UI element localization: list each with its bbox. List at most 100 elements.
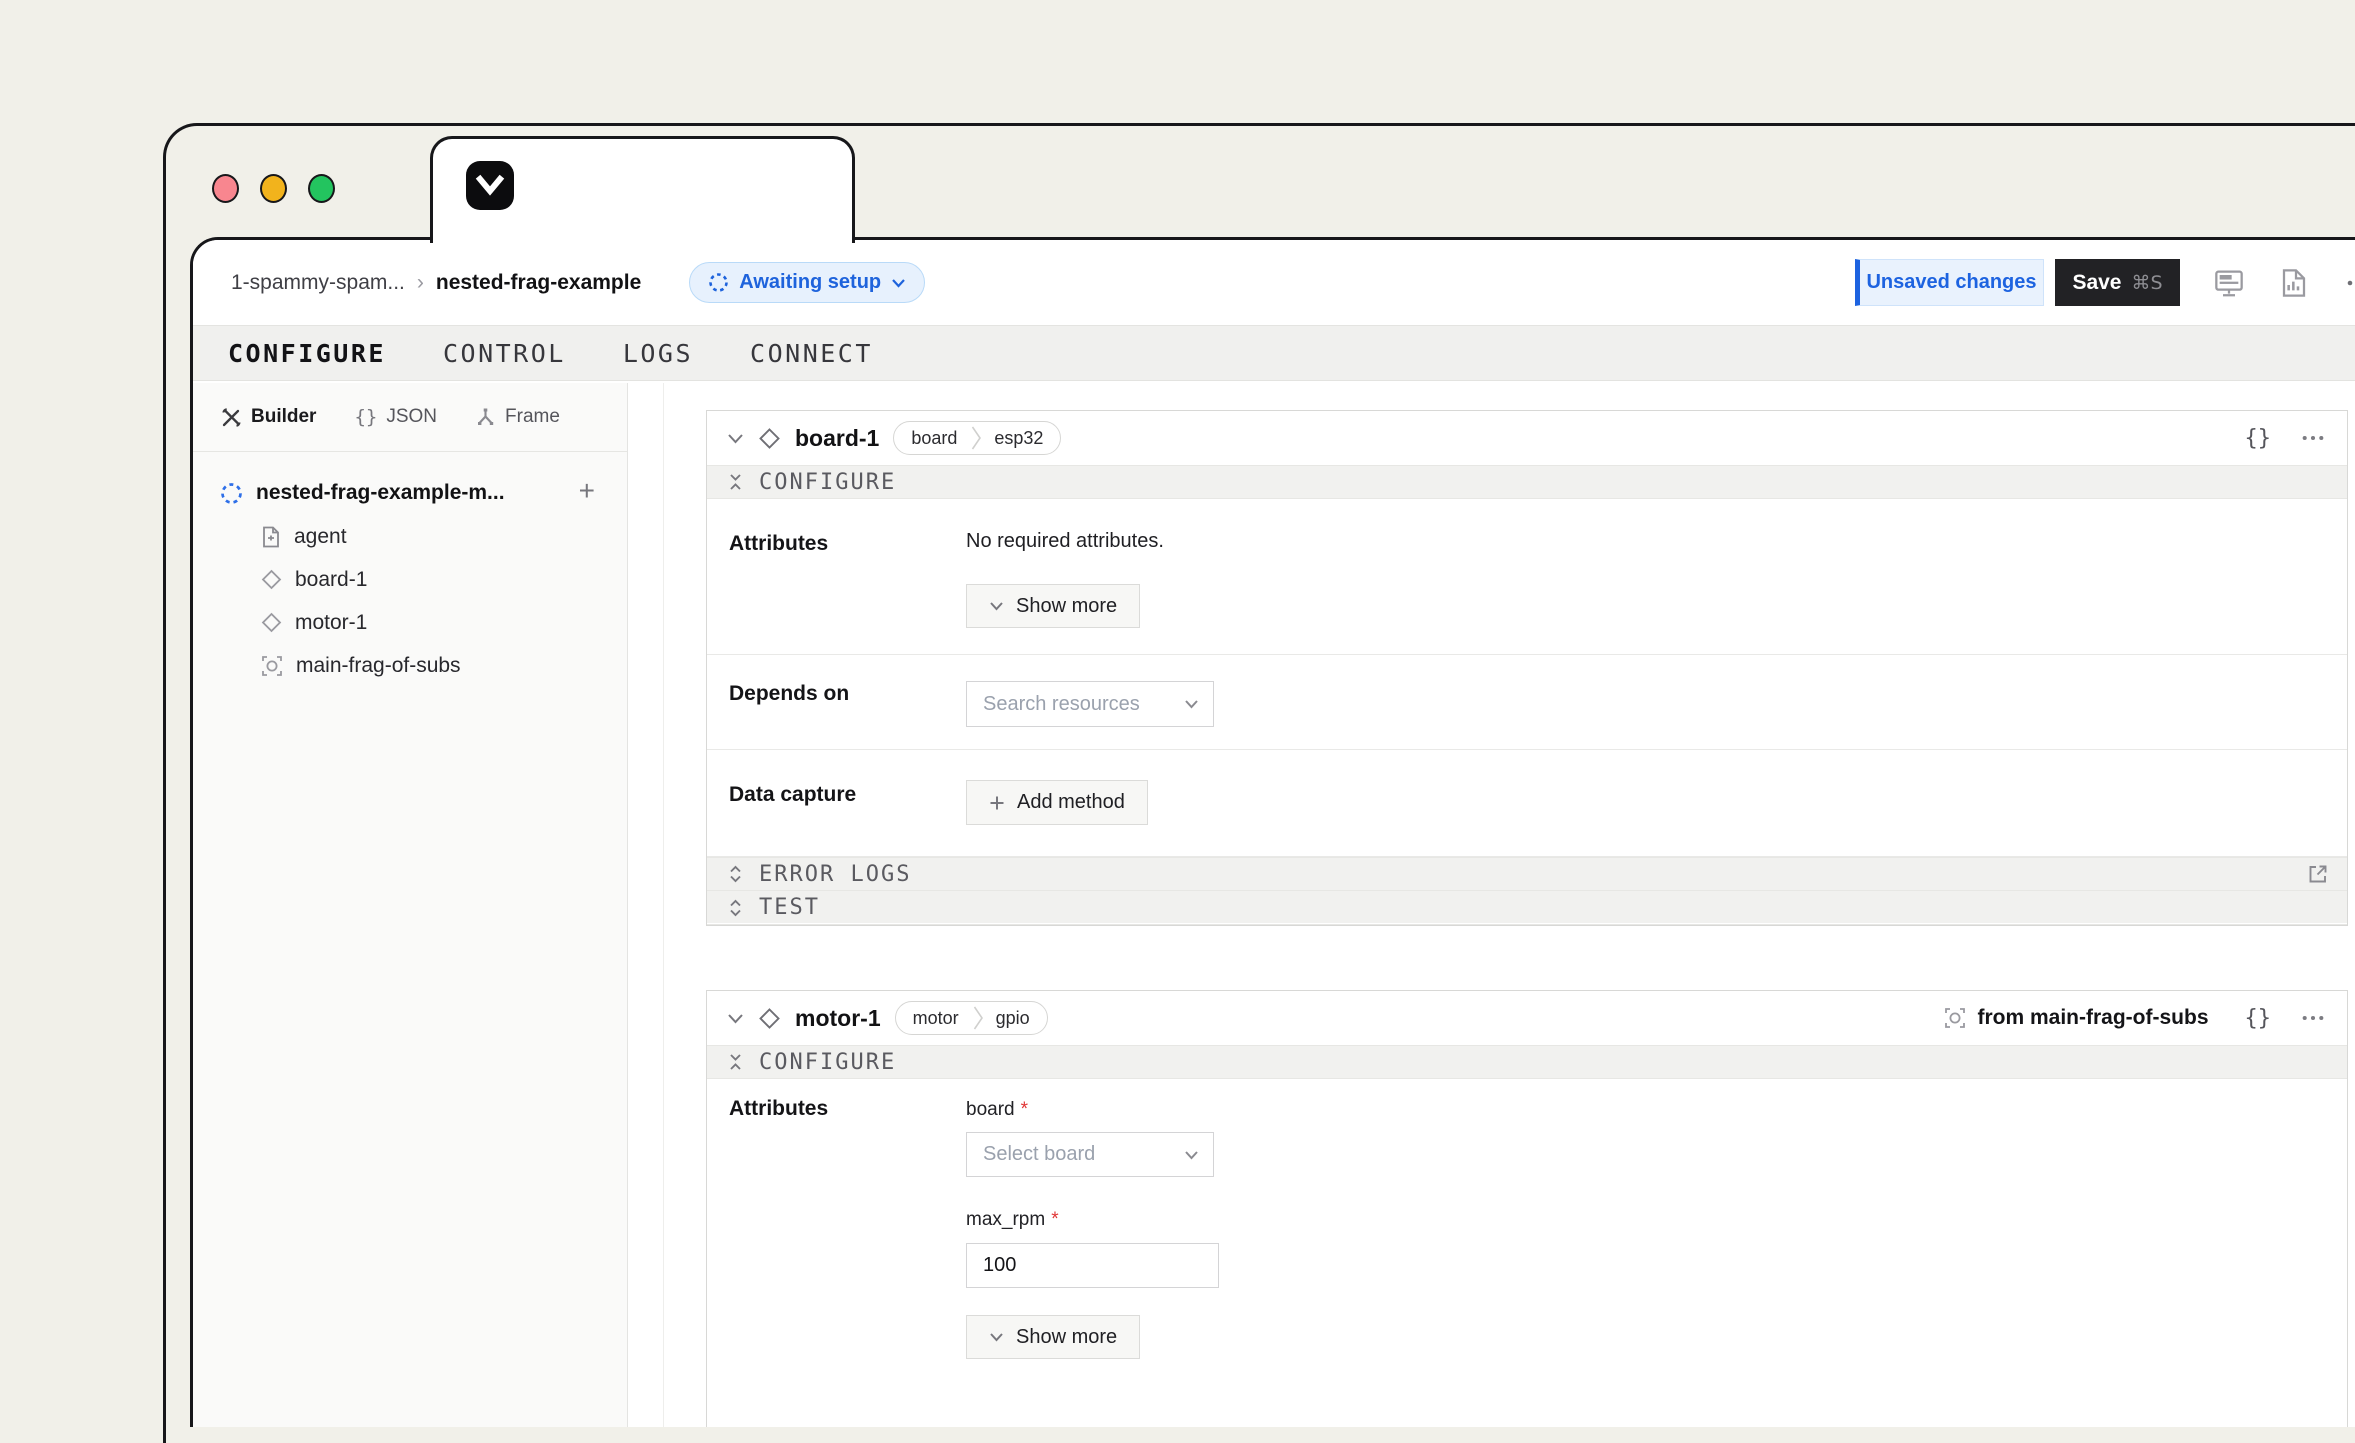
- ellipsis-icon[interactable]: [2301, 434, 2325, 442]
- tab-logs[interactable]: LOGS: [623, 339, 693, 368]
- machine-status-label: Awaiting setup: [739, 271, 881, 294]
- required-asterisk: *: [1021, 1099, 1028, 1120]
- ellipsis-icon[interactable]: [2301, 1014, 2325, 1022]
- field-board: board * Select board: [966, 1099, 1219, 1177]
- field-label: board: [966, 1099, 1015, 1120]
- attribute-fields: board * Select board max_rpm*: [966, 1099, 1219, 1359]
- resource-type-tags: motor gpio: [895, 1001, 1048, 1035]
- board-select-placeholder: Select board: [983, 1143, 1095, 1166]
- viam-v-icon: [475, 173, 505, 199]
- section-bar-label: ERROR LOGS: [759, 862, 911, 887]
- chevron-down-icon: [989, 1332, 1004, 1342]
- save-button[interactable]: Save ⌘S: [2055, 259, 2180, 306]
- resource-type: motor: [896, 1008, 973, 1029]
- section-bar-configure[interactable]: CONFIGURE: [707, 465, 2347, 499]
- resource-model: gpio: [984, 1008, 1047, 1029]
- tree-item-label: agent: [294, 525, 347, 549]
- data-capture-label: Data capture: [729, 783, 856, 807]
- machine-part-icon: [220, 482, 243, 505]
- breadcrumb-location[interactable]: 1-spammy-spam...: [231, 271, 405, 295]
- add-resource-button[interactable]: +: [579, 475, 595, 507]
- attributes-section: Attributes board * Select board: [707, 1079, 2347, 1373]
- machine-name: nested-frag-example: [436, 271, 641, 295]
- tree-machine-part[interactable]: nested-frag-example-m... +: [193, 471, 627, 515]
- show-more-button[interactable]: Show more: [966, 1315, 1140, 1359]
- external-link-icon[interactable]: [2307, 863, 2329, 885]
- machine-header: 1-spammy-spam... › nested-frag-example A…: [193, 240, 2355, 325]
- tree-item-motor-1[interactable]: motor-1: [193, 601, 627, 644]
- attributes-label: Attributes: [729, 1097, 828, 1121]
- header-actions: Unsaved changes Save ⌘S: [1855, 259, 2355, 306]
- expand-section-icon: [727, 899, 744, 917]
- resource-type-tags: board esp32: [893, 421, 1061, 455]
- show-more-button[interactable]: Show more: [966, 584, 1140, 628]
- section-bar-label: CONFIGURE: [759, 1050, 896, 1075]
- tree-item-board-1[interactable]: board-1: [193, 558, 627, 601]
- tag-divider: [973, 1001, 984, 1035]
- browser-tab[interactable]: [430, 136, 855, 243]
- add-method-button[interactable]: Add method: [966, 780, 1148, 825]
- mode-frame[interactable]: Frame: [475, 406, 560, 428]
- braces-icon: {}: [354, 406, 377, 428]
- required-asterisk: *: [1051, 1209, 1058, 1230]
- code-braces-icon[interactable]: {}: [2245, 426, 2272, 451]
- configure-content: Builder {} JSON Frame: [193, 383, 2355, 1427]
- chevron-down-icon: [989, 601, 1004, 611]
- tab-connect[interactable]: CONNECT: [750, 339, 873, 368]
- max-rpm-input[interactable]: [966, 1243, 1219, 1288]
- mode-builder[interactable]: Builder: [221, 406, 316, 428]
- agent-file-icon: [261, 526, 281, 548]
- depends-on-select[interactable]: Search resources: [966, 681, 1214, 727]
- section-bar-configure[interactable]: CONFIGURE: [707, 1045, 2347, 1079]
- card-header: motor-1 motor gpio: [707, 991, 2347, 1045]
- tree-item-label: main-frag-of-subs: [296, 654, 461, 678]
- add-method-label: Add method: [1017, 791, 1125, 814]
- viam-logo: [466, 161, 514, 210]
- unsaved-changes-badge[interactable]: Unsaved changes: [1855, 259, 2044, 306]
- resource-type: board: [894, 428, 971, 449]
- chevron-down-icon: [1184, 699, 1199, 709]
- machine-monitor-button[interactable]: [2213, 267, 2245, 299]
- field-max-rpm: max_rpm*: [966, 1209, 1219, 1288]
- section-bar-error-logs[interactable]: ERROR LOGS: [707, 857, 2347, 891]
- fragment-source-label: from main-frag-of-subs: [1978, 1006, 2209, 1030]
- component-diamond-icon: [261, 612, 282, 633]
- more-options-button[interactable]: [2343, 267, 2355, 299]
- fragment-icon: [261, 655, 283, 677]
- mode-json[interactable]: {} JSON: [354, 406, 437, 428]
- machine-report-button[interactable]: [2278, 267, 2310, 299]
- depends-on-label: Depends on: [729, 682, 849, 706]
- resource-tree: nested-frag-example-m... + agent boar: [193, 452, 627, 687]
- resource-title: board-1: [795, 425, 879, 452]
- component-diamond-icon: [261, 569, 282, 590]
- code-braces-icon[interactable]: {}: [2245, 1006, 2272, 1031]
- app-page: 1-spammy-spam... › nested-frag-example A…: [190, 237, 2355, 1427]
- tree-item-main-frag-of-subs[interactable]: main-frag-of-subs: [193, 644, 627, 687]
- tree-item-agent[interactable]: agent: [193, 515, 627, 558]
- tab-configure[interactable]: CONFIGURE: [228, 339, 386, 368]
- close-window-button[interactable]: [212, 174, 239, 203]
- collapse-chevron-icon[interactable]: [727, 1013, 744, 1024]
- tree-item-label: board-1: [295, 568, 367, 592]
- tab-control[interactable]: CONTROL: [443, 339, 566, 368]
- save-label: Save: [2072, 271, 2121, 295]
- collapse-chevron-icon[interactable]: [727, 433, 744, 444]
- config-main-panel: board-1 board esp32 {}: [664, 383, 2355, 1427]
- ellipsis-icon: [2346, 279, 2355, 287]
- section-bar-test[interactable]: TEST: [707, 891, 2347, 925]
- plus-icon: [989, 795, 1005, 811]
- depends-on-placeholder: Search resources: [983, 693, 1140, 716]
- minimize-window-button[interactable]: [260, 174, 287, 203]
- machine-status-dropdown[interactable]: Awaiting setup: [689, 262, 925, 303]
- resource-title: motor-1: [795, 1005, 881, 1032]
- save-shortcut: ⌘S: [2131, 272, 2162, 294]
- sidebar-gutter: [628, 383, 664, 1427]
- builder-tools-icon: [221, 407, 242, 428]
- board-select[interactable]: Select board: [966, 1132, 1214, 1177]
- no-required-attributes-text: No required attributes.: [966, 530, 1164, 553]
- section-bar-label: TEST: [759, 895, 820, 920]
- window-controls: [212, 174, 335, 203]
- resource-card-motor-1: motor-1 motor gpio: [706, 990, 2348, 1427]
- maximize-window-button[interactable]: [308, 174, 335, 203]
- show-more-label: Show more: [1016, 595, 1117, 618]
